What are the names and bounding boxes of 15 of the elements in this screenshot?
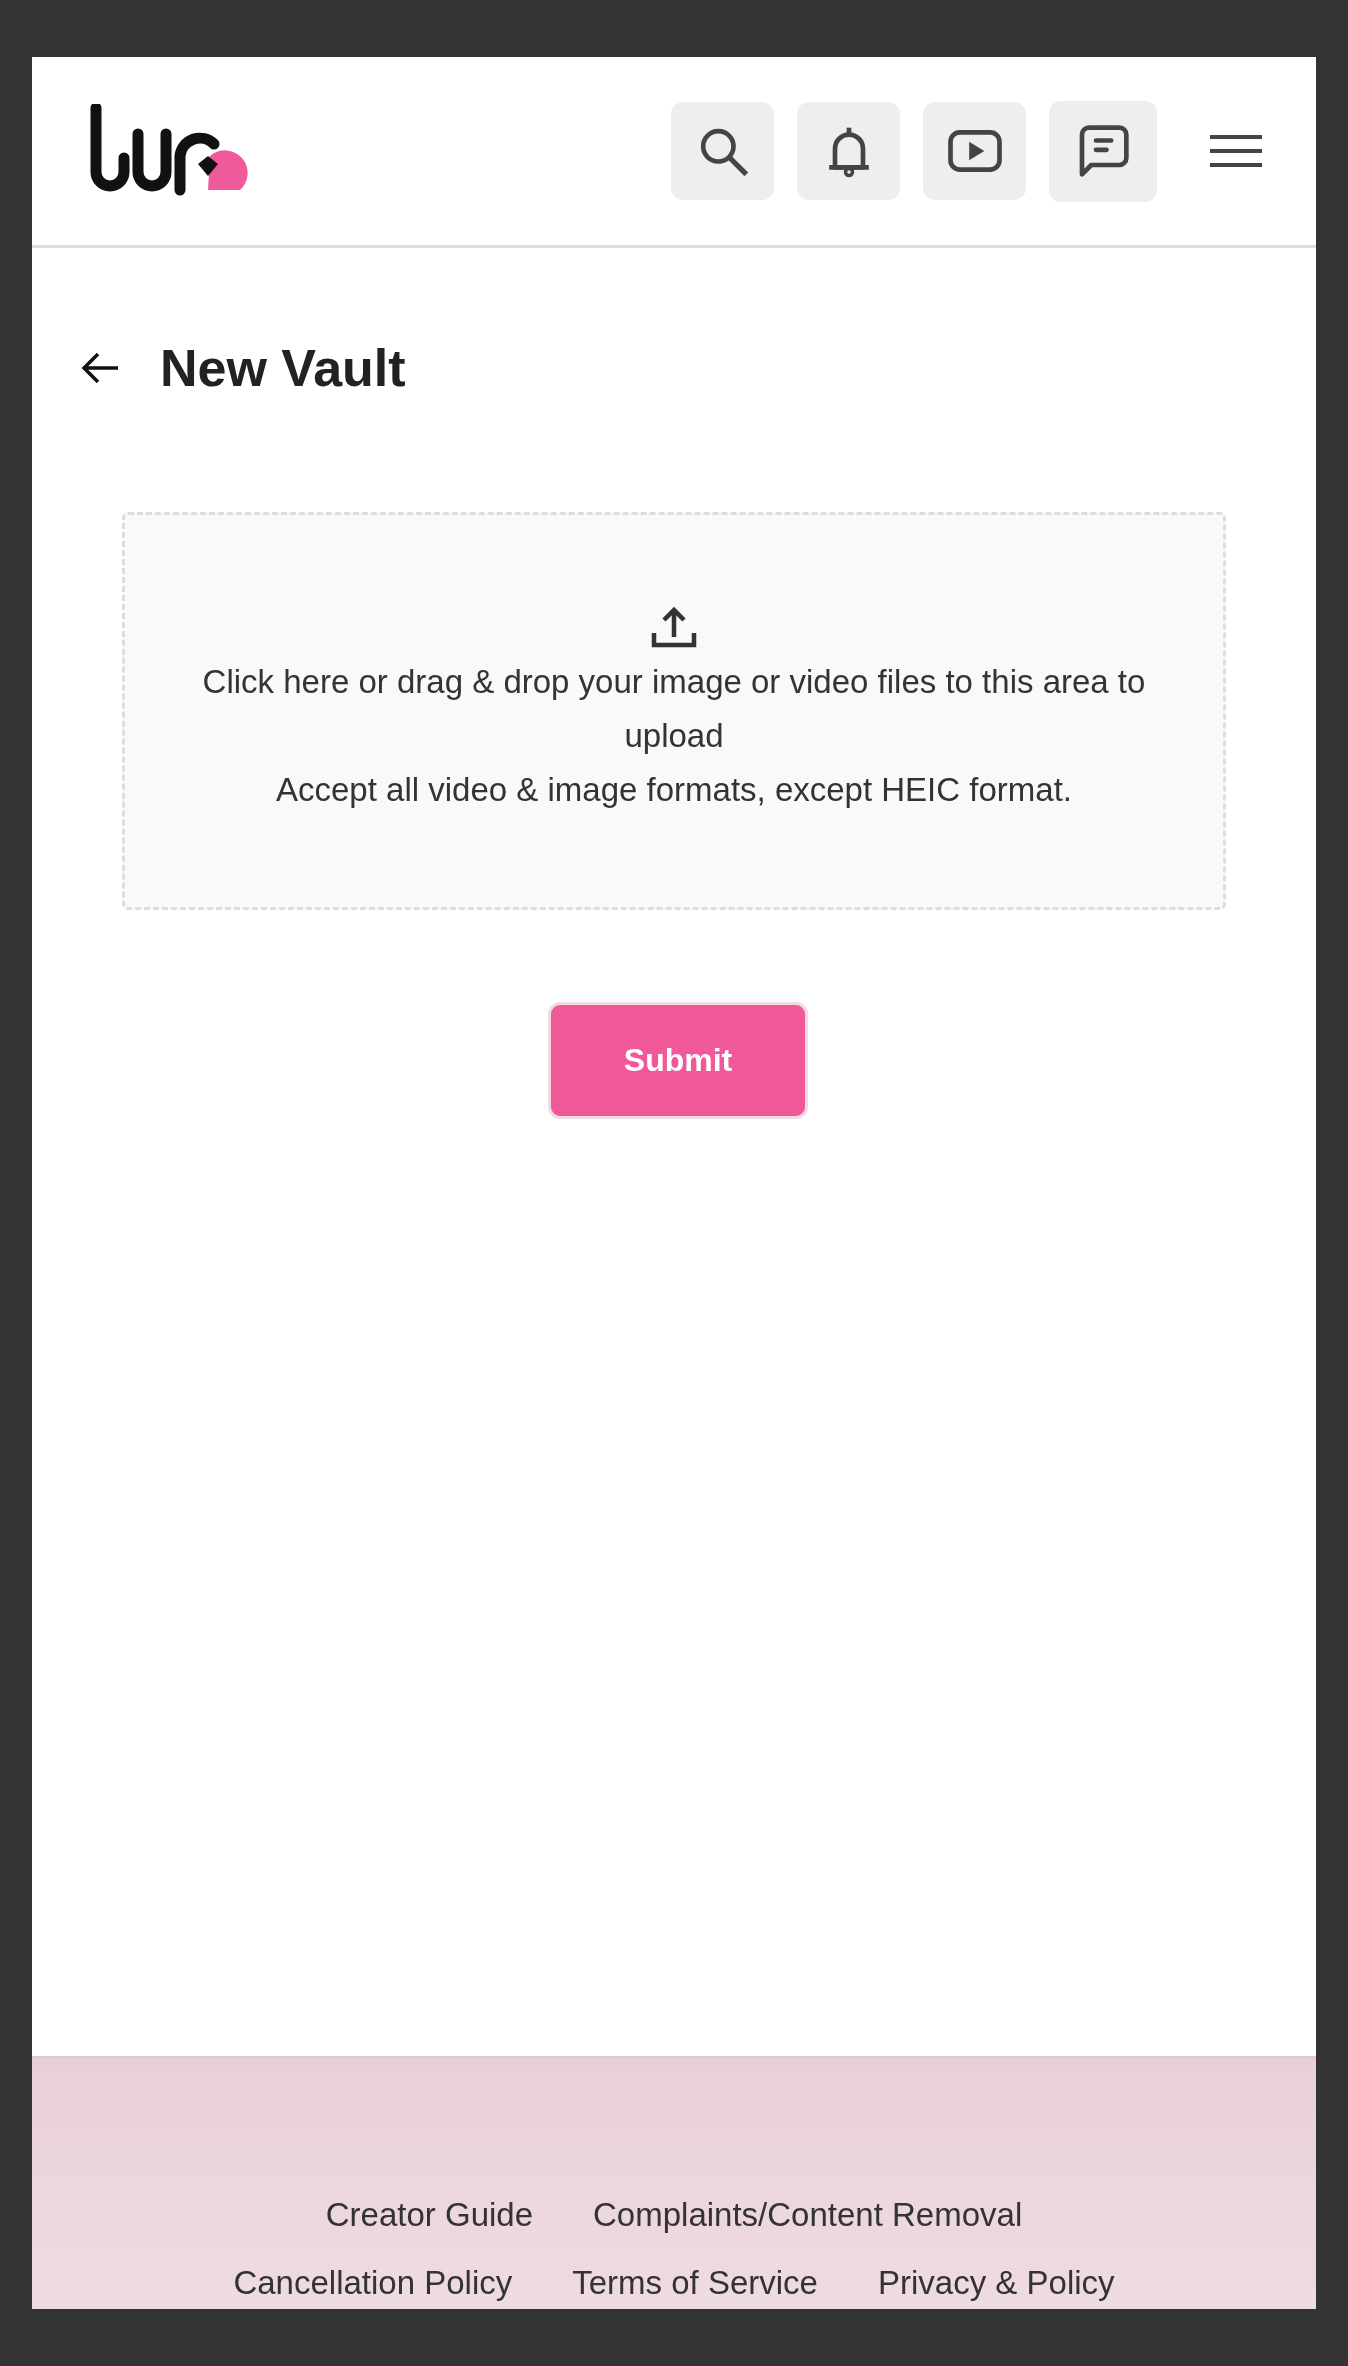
videos-button[interactable] — [923, 102, 1026, 200]
upload-instructions: Click here or drag & drop your image or video files to this area to upload — [201, 662, 1147, 756]
footer-link[interactable]: Complaints/Content Removal — [593, 2191, 1023, 2239]
messages-button[interactable] — [1049, 100, 1157, 202]
menu-icon[interactable] — [1210, 134, 1262, 168]
search-button[interactable] — [671, 102, 774, 200]
upload-dropzone[interactable]: Click here or drag & drop your image or video files to this area to upload Accept all video & image formats, except HEIC format. — [122, 512, 1226, 910]
footer-link[interactable]: Privacy & Policy — [878, 2259, 1115, 2307]
page-title: New Vault — [160, 338, 406, 398]
footer-link[interactable]: Creator Guide — [325, 2191, 534, 2239]
upload-instructions: Accept all video & image formats, except HEIC format. — [276, 770, 1072, 810]
upload-icon — [650, 605, 698, 649]
footer-link[interactable]: Cancellation Policy — [233, 2259, 513, 2307]
footer-link[interactable]: Terms of Service — [572, 2259, 818, 2307]
notifications-button[interactable] — [797, 102, 900, 200]
